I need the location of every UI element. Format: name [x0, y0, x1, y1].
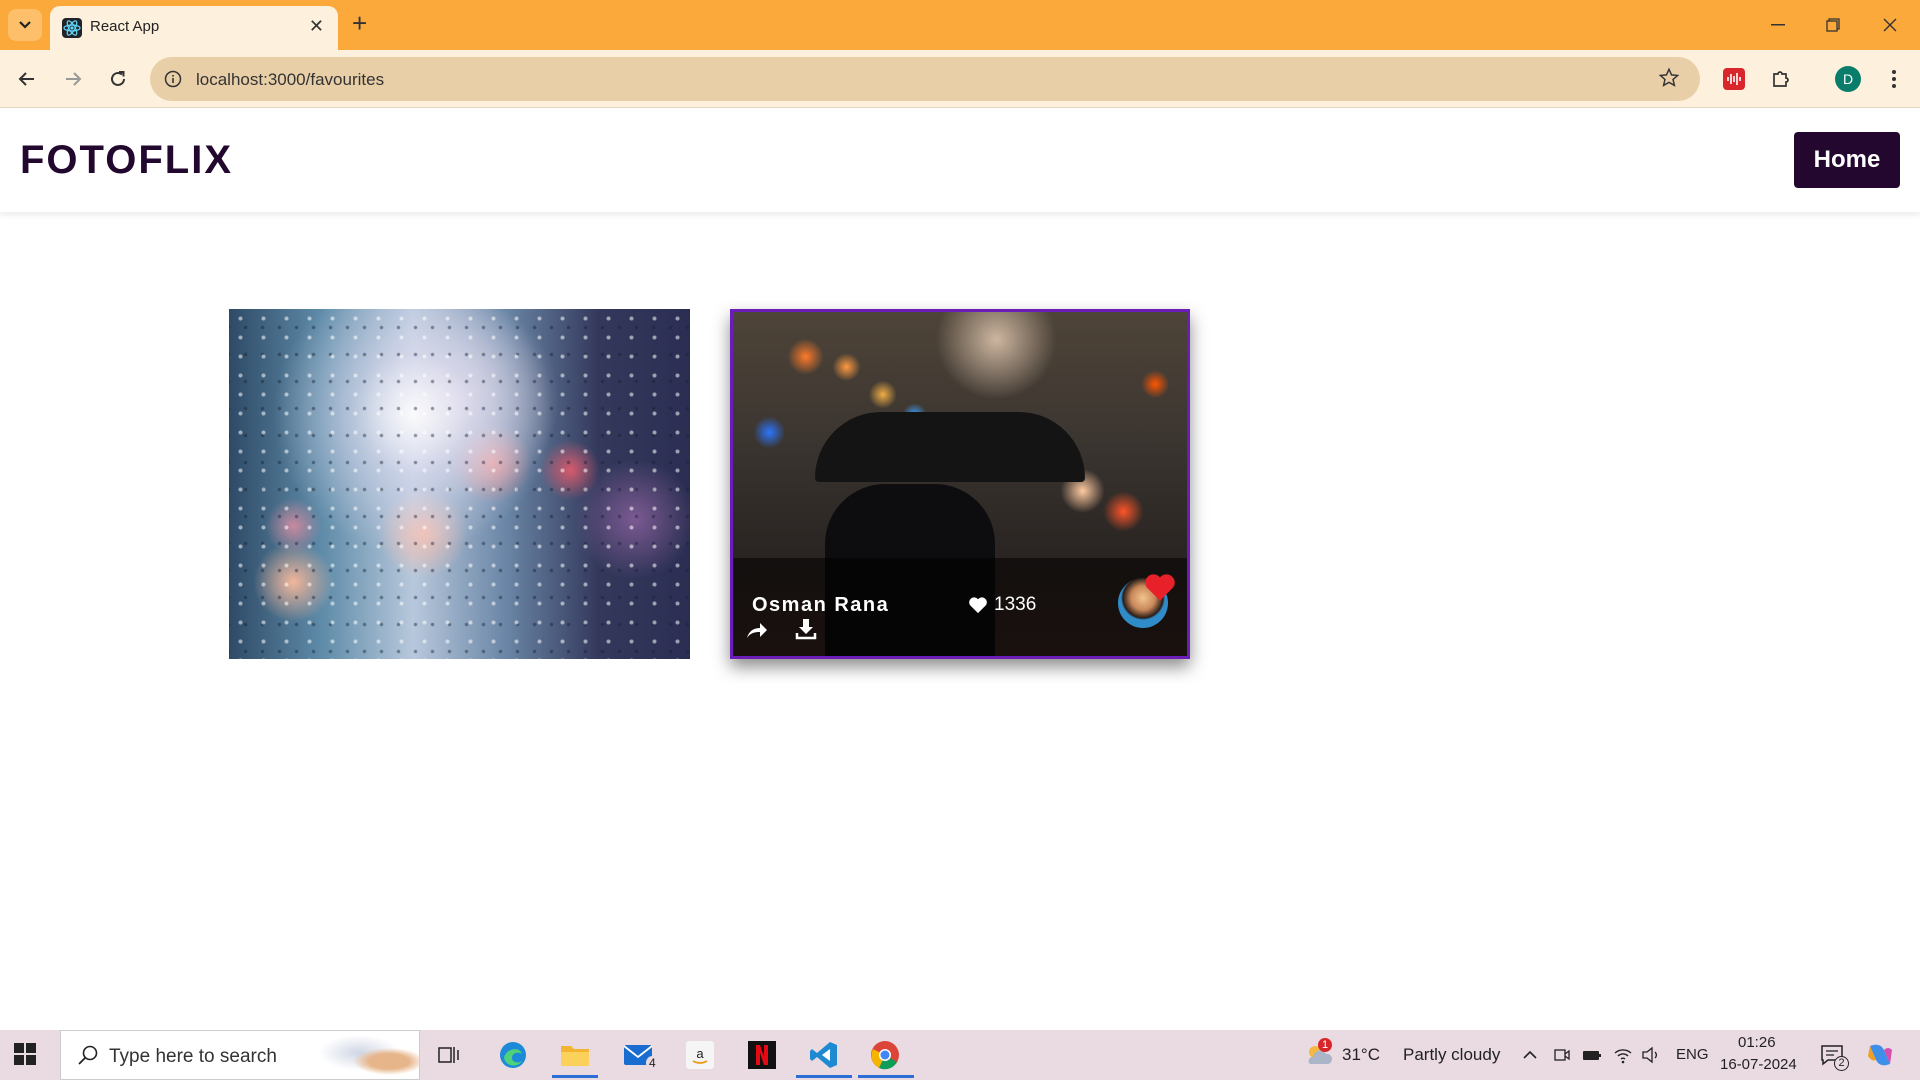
- bookmark-star-icon[interactable]: [1658, 67, 1680, 89]
- netflix-icon: [748, 1041, 776, 1069]
- profile-avatar[interactable]: D: [1835, 66, 1861, 92]
- likes-count: 1336: [968, 594, 1036, 616]
- heart-icon: [969, 597, 987, 614]
- react-favicon-icon: [62, 18, 82, 38]
- browser-menu-button[interactable]: [1880, 65, 1908, 93]
- url-text: localhost:3000/favourites: [196, 70, 385, 89]
- browser-tab[interactable]: React App ✕: [50, 6, 338, 50]
- battery-icon[interactable]: [1582, 1046, 1602, 1064]
- download-icon[interactable]: [795, 618, 817, 640]
- back-button[interactable]: [12, 64, 42, 94]
- windows-start-icon[interactable]: [14, 1043, 36, 1065]
- meet-now-icon[interactable]: [1553, 1046, 1571, 1064]
- volume-icon[interactable]: [1641, 1046, 1661, 1064]
- task-view-button[interactable]: [432, 1038, 466, 1072]
- extension-audio-button[interactable]: [1720, 65, 1748, 93]
- restore-icon: [1826, 18, 1840, 32]
- edge-icon: [500, 1042, 526, 1068]
- search-icon: [78, 1045, 98, 1065]
- vscode-active-indicator: [796, 1075, 852, 1078]
- forward-button[interactable]: [58, 64, 88, 94]
- site-info-icon[interactable]: [164, 70, 182, 88]
- extensions-button[interactable]: [1767, 65, 1795, 93]
- taskbar-amazon[interactable]: a: [683, 1038, 717, 1072]
- clock-time[interactable]: 01:26: [1738, 1034, 1776, 1051]
- taskbar-file-explorer[interactable]: [558, 1038, 592, 1072]
- vscode-icon: [810, 1042, 837, 1068]
- notification-badge: 2: [1834, 1056, 1849, 1071]
- share-icon[interactable]: [745, 620, 769, 640]
- minimize-icon: [1771, 24, 1785, 26]
- copilot-icon[interactable]: [1866, 1042, 1894, 1068]
- chevron-up-icon[interactable]: [1522, 1050, 1538, 1060]
- close-window-button[interactable]: [1870, 8, 1910, 42]
- tab-search-button[interactable]: [8, 9, 42, 41]
- windows-taskbar: Type here to search 4 a 1 31°C Partly cl…: [0, 1030, 1920, 1080]
- chrome-icon: [871, 1041, 899, 1070]
- umbrella-photo-detail: [815, 412, 1085, 482]
- task-view-icon: [438, 1047, 459, 1063]
- search-placeholder: Type here to search: [109, 1046, 277, 1067]
- browser-tabstrip: React App ✕ +: [0, 0, 1920, 50]
- tab-title: React App: [90, 18, 160, 35]
- favourite-heart-icon[interactable]: [1143, 572, 1177, 602]
- address-bar[interactable]: localhost:3000/favourites: [150, 57, 1700, 101]
- photo-card-hovered[interactable]: Osman Rana 1336: [730, 309, 1190, 659]
- language-indicator[interactable]: ENG: [1676, 1046, 1709, 1063]
- svg-text:a: a: [696, 1046, 704, 1061]
- close-icon: [1883, 18, 1897, 32]
- new-tab-button[interactable]: +: [352, 8, 367, 39]
- likes-value: 1336: [994, 594, 1037, 615]
- weather-badge: 1: [1318, 1038, 1332, 1052]
- taskbar-search[interactable]: Type here to search: [60, 1030, 420, 1080]
- clock-date[interactable]: 16-07-2024: [1720, 1056, 1797, 1073]
- weather-temp: 31°C: [1342, 1045, 1380, 1064]
- home-button[interactable]: Home: [1794, 132, 1900, 188]
- minimize-window-button[interactable]: [1758, 8, 1798, 42]
- explorer-active-indicator: [552, 1075, 598, 1078]
- arrow-right-icon: [66, 72, 82, 86]
- amazon-icon: a: [686, 1041, 714, 1069]
- close-tab-icon[interactable]: ✕: [309, 16, 324, 37]
- search-highlight-art: [319, 1035, 419, 1079]
- chevron-down-icon: [19, 21, 31, 29]
- kebab-menu-icon: [1892, 70, 1896, 88]
- taskbar-edge[interactable]: [496, 1038, 530, 1072]
- chrome-active-indicator: [858, 1075, 914, 1078]
- restore-window-button[interactable]: [1813, 8, 1853, 42]
- folder-icon: [561, 1046, 589, 1066]
- taskbar-chrome[interactable]: [868, 1038, 902, 1072]
- weather-desc: Partly cloudy: [1403, 1045, 1501, 1064]
- photo-author: Osman Rana: [752, 594, 890, 616]
- photo-info-overlay: Osman Rana 1336: [733, 558, 1187, 656]
- mail-badge: 4: [646, 1056, 659, 1070]
- audio-wave-icon: [1723, 68, 1745, 90]
- wifi-icon[interactable]: [1613, 1046, 1633, 1064]
- photo-card[interactable]: [229, 309, 690, 659]
- taskbar-vscode[interactable]: [807, 1038, 841, 1072]
- reload-icon: [111, 71, 125, 86]
- reload-button[interactable]: [103, 64, 133, 94]
- browser-toolbar: localhost:3000/favourites D: [0, 50, 1920, 108]
- arrow-left-icon: [18, 72, 34, 86]
- taskbar-netflix[interactable]: [745, 1038, 779, 1072]
- app-navbar: FOTOFLIX Home: [0, 108, 1920, 212]
- puzzle-icon: [1773, 71, 1789, 87]
- rain-photo: [229, 309, 690, 659]
- brand-logo[interactable]: FOTOFLIX: [20, 138, 233, 183]
